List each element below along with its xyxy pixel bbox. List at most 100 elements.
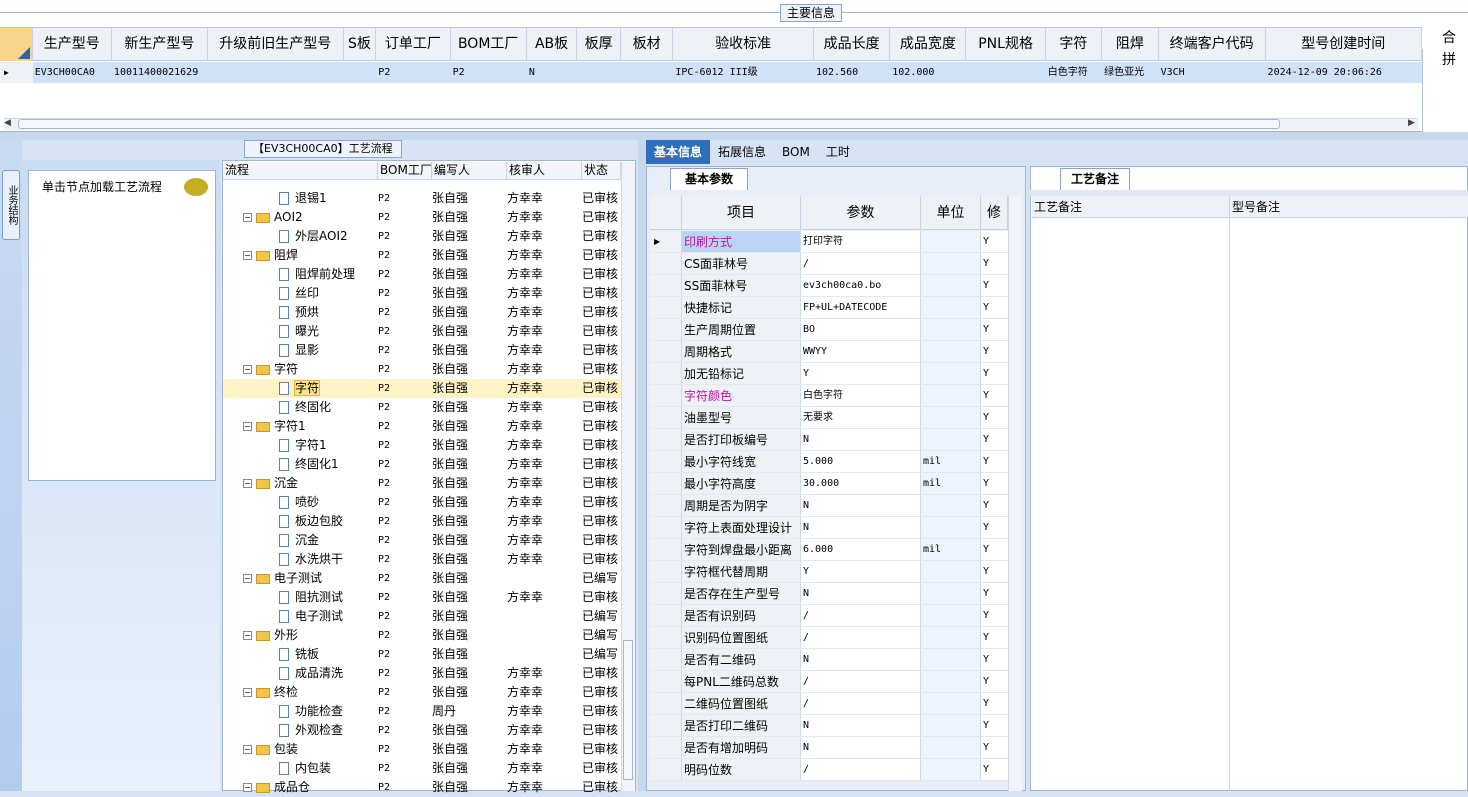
tree-row[interactable]: 水洗烘干 P2 张自强 方幸幸 已审核 xyxy=(223,550,621,569)
param-unit-cell[interactable]: mil xyxy=(921,451,981,472)
param-row[interactable]: 加无铅标记 Y Y xyxy=(650,363,1008,385)
load-flow-box[interactable] xyxy=(28,170,216,481)
param-mod-cell[interactable]: Y xyxy=(981,253,1008,274)
param-row[interactable]: 是否打印二维码 N Y xyxy=(650,715,1008,737)
table-cell[interactable]: 102.000 xyxy=(890,62,966,83)
table-cell[interactable]: 10011400021629 xyxy=(112,62,208,83)
tree-node[interactable]: 板边包胶 xyxy=(223,512,378,531)
tab-craft-remark[interactable]: 工艺备注 xyxy=(1060,168,1130,190)
table-cell[interactable]: P2 xyxy=(376,62,450,83)
param-unit-cell[interactable] xyxy=(921,583,981,604)
tree-row[interactable]: 阻抗测试 P2 张自强 方幸幸 已审核 xyxy=(223,588,621,607)
column-header[interactable]: 型号创建时间 xyxy=(1266,28,1422,61)
param-mod-cell[interactable]: Y xyxy=(981,561,1008,582)
column-header[interactable]: 修 xyxy=(981,196,1008,229)
tree-row[interactable]: − 沉金 P2 张自强 方幸幸 已审核 xyxy=(223,474,621,493)
tab-work-hours[interactable]: 工时 xyxy=(818,140,858,164)
column-header[interactable]: 编写人 xyxy=(432,162,507,179)
tree-row[interactable]: − AOI2 P2 张自强 方幸幸 已审核 xyxy=(223,208,621,227)
table-cell[interactable] xyxy=(621,62,673,83)
table-cell[interactable]: 绿色亚光 xyxy=(1102,62,1158,83)
horizontal-splitter[interactable] xyxy=(0,132,1468,140)
tree-row[interactable]: 字符1 P2 张自强 方幸幸 已审核 xyxy=(223,436,621,455)
tree-row[interactable]: 丝印 P2 张自强 方幸幸 已审核 xyxy=(223,284,621,303)
column-header[interactable]: 阻焊 xyxy=(1102,28,1159,61)
tree-node[interactable]: − 阻焊 xyxy=(223,246,378,265)
param-mod-cell[interactable]: Y xyxy=(981,605,1008,626)
param-unit-cell[interactable] xyxy=(921,429,981,450)
column-header[interactable]: 字符 xyxy=(1046,28,1103,61)
tree-node[interactable]: − 字符1 xyxy=(223,417,378,436)
param-mod-cell[interactable]: Y xyxy=(981,649,1008,670)
param-value-cell[interactable]: / xyxy=(801,693,921,714)
param-row[interactable]: 油墨型号 无要求 Y xyxy=(650,407,1008,429)
param-row[interactable]: 是否打印板编号 N Y xyxy=(650,429,1008,451)
table-cell[interactable]: 102.560 xyxy=(814,62,890,83)
main-info-title[interactable]: 主要信息 xyxy=(780,4,843,22)
param-mod-cell[interactable]: Y xyxy=(981,341,1008,362)
column-header[interactable]: BOM工厂 xyxy=(451,28,527,61)
param-row[interactable]: 字符上表面处理设计 N Y xyxy=(650,517,1008,539)
collapse-icon[interactable]: − xyxy=(243,479,252,488)
tree-row[interactable]: 终固化 P2 张自强 方幸幸 已审核 xyxy=(223,398,621,417)
tree-row[interactable]: 沉金 P2 张自强 方幸幸 已审核 xyxy=(223,531,621,550)
param-row[interactable]: 最小字符线宽 5.000 mil Y xyxy=(650,451,1008,473)
column-header[interactable]: 新生产型号 xyxy=(112,28,208,61)
param-unit-cell[interactable] xyxy=(921,605,981,626)
tree-node[interactable]: 预烘 xyxy=(223,303,378,322)
tree-row[interactable]: 成品清洗 P2 张自强 方幸幸 已审核 xyxy=(223,664,621,683)
param-unit-cell[interactable] xyxy=(921,363,981,384)
tree-row[interactable]: 终固化1 P2 张自强 方幸幸 已审核 xyxy=(223,455,621,474)
collapse-icon[interactable]: − xyxy=(243,213,252,222)
param-row[interactable]: 二维码位置图纸 / Y xyxy=(650,693,1008,715)
tab-extended-info[interactable]: 拓展信息 xyxy=(710,140,774,164)
tree-row[interactable]: − 成品仓 P2 张自强 方幸幸 已审核 xyxy=(223,778,621,797)
param-row[interactable]: CS面菲林号 / Y xyxy=(650,253,1008,275)
table-cell[interactable]: 白色字符 xyxy=(1046,62,1102,83)
param-mod-cell[interactable]: Y xyxy=(981,517,1008,538)
param-row[interactable]: 快捷标记 FP+UL+DATECODE Y xyxy=(650,297,1008,319)
param-row[interactable]: 是否有增加明码 N Y xyxy=(650,737,1008,759)
param-unit-cell[interactable] xyxy=(921,253,981,274)
param-unit-cell[interactable] xyxy=(921,649,981,670)
tree-node[interactable]: − 电子测试 xyxy=(223,569,378,588)
param-row[interactable]: 字符到焊盘最小距离 6.000 mil Y xyxy=(650,539,1008,561)
param-mod-cell[interactable]: Y xyxy=(981,473,1008,494)
table-cell[interactable] xyxy=(344,62,377,83)
tree-node[interactable]: 曝光 xyxy=(223,322,378,341)
tree-node[interactable]: 沉金 xyxy=(223,531,378,550)
tree-row[interactable]: 板边包胶 P2 张自强 方幸幸 已审核 xyxy=(223,512,621,531)
column-header[interactable]: 验收标准 xyxy=(673,28,814,61)
param-unit-cell[interactable] xyxy=(921,715,981,736)
tree-node[interactable]: 终固化 xyxy=(223,398,378,417)
param-row[interactable]: 是否有识别码 / Y xyxy=(650,605,1008,627)
param-value-cell[interactable]: N xyxy=(801,715,921,736)
param-unit-cell[interactable]: mil xyxy=(921,473,981,494)
tab-basic-params[interactable]: 基本参数 xyxy=(670,168,748,190)
param-unit-cell[interactable] xyxy=(921,495,981,516)
tree-row[interactable]: − 电子测试 P2 张自强 已编写 xyxy=(223,569,621,588)
column-header[interactable]: 参数 xyxy=(801,196,921,229)
param-value-cell[interactable]: ev3ch00ca0.bo xyxy=(801,275,921,296)
column-header[interactable]: 生产型号 xyxy=(33,28,112,61)
tree-row[interactable]: − 字符1 P2 张自强 方幸幸 已审核 xyxy=(223,417,621,436)
tree-row[interactable]: 外层AOI2 P2 张自强 方幸幸 已审核 xyxy=(223,227,621,246)
param-mod-cell[interactable]: Y xyxy=(981,627,1008,648)
param-unit-cell[interactable] xyxy=(921,693,981,714)
tree-row[interactable]: 曝光 P2 张自强 方幸幸 已审核 xyxy=(223,322,621,341)
collapse-icon[interactable]: − xyxy=(243,688,252,697)
column-header[interactable]: 板材 xyxy=(621,28,674,61)
param-mod-cell[interactable]: Y xyxy=(981,231,1008,252)
param-value-cell[interactable]: / xyxy=(801,627,921,648)
params-vertical-scrollbar[interactable] xyxy=(1008,196,1022,791)
tab-basic-info[interactable]: 基本信息 xyxy=(646,140,711,164)
param-mod-cell[interactable]: Y xyxy=(981,583,1008,604)
column-header[interactable]: 升级前旧生产型号 xyxy=(208,28,344,61)
param-value-cell[interactable]: N xyxy=(801,649,921,670)
scroll-right-icon[interactable]: ▶ xyxy=(1408,118,1415,128)
tab-bom[interactable]: BOM xyxy=(774,140,818,164)
tree-node[interactable]: 阻焊前处理 xyxy=(223,265,378,284)
param-mod-cell[interactable]: Y xyxy=(981,407,1008,428)
tree-row[interactable]: 阻焊前处理 P2 张自强 方幸幸 已审核 xyxy=(223,265,621,284)
param-row[interactable]: ▶ 印刷方式 打印字符 Y xyxy=(650,231,1008,253)
